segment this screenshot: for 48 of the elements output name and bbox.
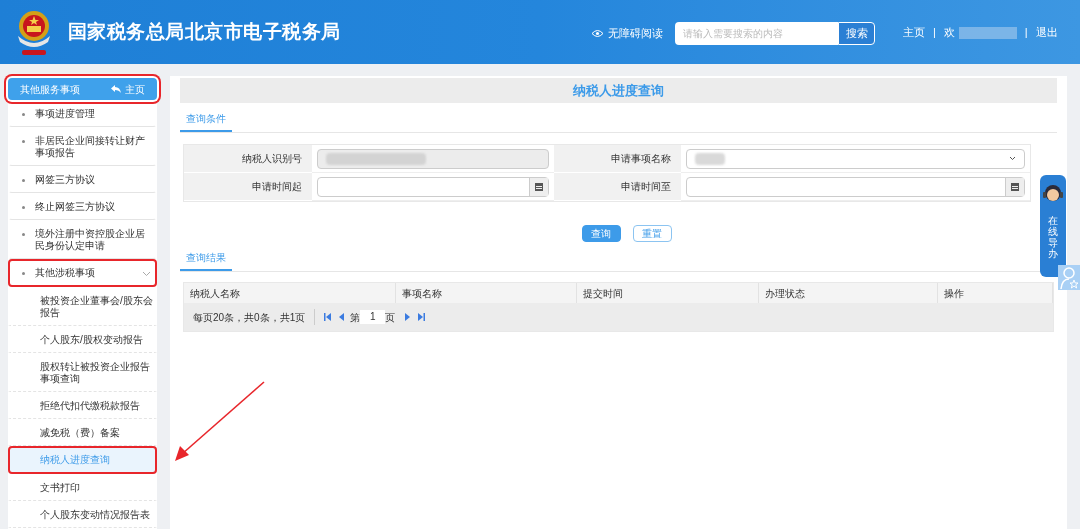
last-page-icon[interactable] [418,313,426,321]
return-icon [111,85,121,93]
page-title: 纳税人进度查询 [573,81,664,100]
sidebar-item[interactable]: 事项进度管理 [8,100,157,127]
separator: | [1024,25,1028,41]
eye-icon [591,29,604,38]
welcome-text: 欢 [943,25,955,41]
first-page-icon[interactable] [324,313,332,321]
sidebar-item[interactable]: 境外注册中资控股企业居民身份认定申请 [8,220,157,259]
separator: | [933,25,936,41]
previous-page-icon[interactable] [339,313,345,321]
select-field[interactable] [686,148,1025,169]
site-title: 国家税务总局北京市电子税务局 [68,19,341,44]
page-number-field[interactable]: 1 [360,310,386,324]
sidebar-item[interactable]: 终止网签三方协议 [8,193,157,220]
sidebar-subitem[interactable]: 文书打印 [8,474,157,501]
date-field[interactable] [317,176,549,197]
sidebar-item[interactable]: 其他涉税事项 [8,259,157,287]
sidebar-subitem[interactable]: 个人股东变动情况报告表 [8,501,157,528]
sidebar-item[interactable]: 非居民企业间接转让财产事项报告 [8,127,157,166]
sidebar-subitem[interactable]: 拒绝代扣代缴税款报告 [8,392,157,419]
calendar-icon [535,182,543,191]
search-button[interactable]: 搜索 [838,22,875,45]
bullet-icon [22,140,25,143]
bullet-icon [22,272,25,275]
blurred-value [695,152,725,165]
calendar-button[interactable] [1005,177,1024,196]
sidebar-item[interactable]: 网签三方协议 [8,166,157,193]
next-page-icon[interactable] [405,313,411,321]
bullet-icon [22,206,25,209]
page-label: 第 [350,310,361,325]
accessibility-link[interactable]: 无障碍阅读 [608,25,663,42]
blurred-username [958,26,1017,39]
chevron-down-icon [1009,156,1016,161]
sidebar-subitem[interactable]: 个人股东/股权变动报告 [8,326,157,353]
online-guide-label: 在线导办 [1048,215,1058,259]
bullet-icon [22,113,25,116]
sidebar-subitem[interactable]: 被投资企业董事会/股东会报告 [8,287,157,326]
calendar-icon [1011,182,1019,191]
page-label: 页 [385,310,396,325]
date-field[interactable] [686,176,1025,197]
sidebar-subitem[interactable]: 股权转让被投资企业报告事项查询 [8,353,157,392]
bullet-icon [22,233,25,236]
calendar-button[interactable] [529,177,548,196]
sidebar-title: 其他服务事项 [20,82,80,97]
bullet-icon [22,179,25,182]
online-guide-widget[interactable]: 在线导办 [1040,175,1066,277]
pager-summary: 每页20条，共0条，共1页 [193,310,306,325]
